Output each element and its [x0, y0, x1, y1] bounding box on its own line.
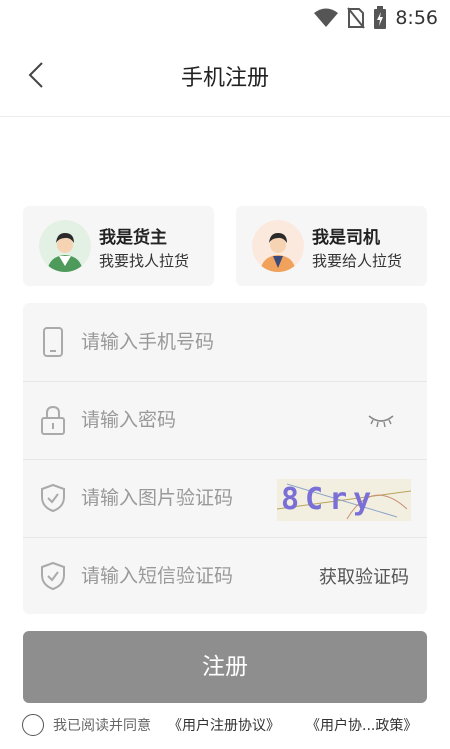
role-title-shipper: 我是货主	[99, 228, 167, 248]
role-selector: 我是货主 我要找人拉货 我是司机 我要给人拉货	[23, 206, 427, 286]
password-input[interactable]	[81, 405, 331, 435]
role-title-driver: 我是司机	[312, 228, 380, 248]
battery-charging-icon	[374, 6, 387, 29]
user-agreement-link[interactable]: 《用户注册协议》	[168, 715, 280, 735]
role-card-driver[interactable]: 我是司机 我要给人拉货	[236, 206, 427, 286]
role-subtitle-driver: 我要给人拉货	[312, 252, 403, 270]
shield-check-icon	[41, 483, 65, 513]
status-time: 8:56	[395, 7, 438, 29]
shipper-avatar-icon	[39, 220, 91, 272]
phone-input[interactable]	[81, 327, 381, 357]
registration-form: 8Cry 获取验证码	[23, 303, 427, 614]
sms-code-row: 获取验证码	[23, 537, 427, 615]
driver-avatar-icon	[252, 220, 304, 272]
no-sim-icon	[347, 7, 366, 29]
phone-icon	[43, 327, 63, 357]
agreement-row: 我已阅读并同意 《用户注册协议》 《用户协...政策》	[22, 713, 450, 737]
shield-check-icon	[41, 561, 65, 591]
role-subtitle-shipper: 我要找人拉货	[99, 252, 190, 270]
agreement-text: 我已阅读并同意	[53, 718, 151, 734]
agree-checkbox[interactable]	[22, 714, 44, 736]
register-button[interactable]: 注册	[23, 631, 427, 703]
captcha-image[interactable]: 8Cry	[277, 479, 411, 521]
lock-icon	[41, 405, 65, 435]
image-code-input[interactable]	[81, 483, 246, 513]
status-icons: 8:56	[313, 6, 438, 30]
captcha-text: 8Cry	[281, 482, 378, 517]
header: 手机注册	[0, 36, 450, 117]
wifi-icon	[314, 8, 339, 27]
get-code-button[interactable]: 获取验证码	[319, 563, 409, 589]
page-title: 手机注册	[180, 66, 269, 91]
role-card-shipper[interactable]: 我是货主 我要找人拉货	[23, 206, 214, 286]
privacy-policy-link[interactable]: 《用户协...政策》	[306, 715, 417, 735]
phone-row	[23, 303, 427, 382]
password-row	[23, 381, 427, 460]
sms-code-input[interactable]	[81, 561, 246, 591]
eye-closed-icon[interactable]	[367, 413, 395, 429]
image-code-row: 8Cry	[23, 459, 427, 538]
status-bar: 8:56	[0, 0, 450, 36]
